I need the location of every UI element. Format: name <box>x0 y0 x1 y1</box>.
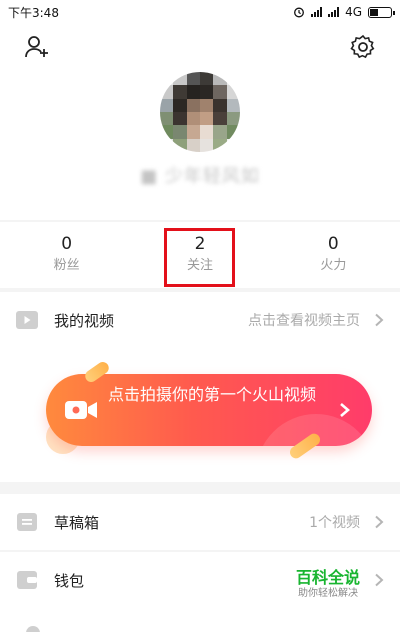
watermark-subtitle: 助你轻松解决 <box>297 588 358 599</box>
video-play-icon <box>16 311 38 329</box>
stat-fire-power[interactable]: 0 火力 <box>267 222 400 288</box>
profile-page: 下午3:48 4G ■ 少年轻风如 0 粉丝 2 关注 0 火力 我的视频 点击… <box>0 0 400 632</box>
stat-count: 0 <box>61 234 73 254</box>
signal-icon <box>311 7 323 17</box>
row-hint: 点击查看视频主页 <box>248 313 360 329</box>
stat-fans[interactable]: 0 粉丝 <box>0 222 133 288</box>
shoot-first-video-banner[interactable]: 点击拍摄你的第一个火山视频 <box>46 374 372 446</box>
chevron-right-icon <box>375 313 384 327</box>
chevron-right-icon <box>340 403 350 417</box>
status-bar: 下午3:48 4G <box>0 0 400 24</box>
status-time: 下午3:48 <box>8 5 59 20</box>
stat-label: 火力 <box>320 258 347 273</box>
profile-header: ■ 少年轻风如 <box>0 24 400 220</box>
drafts-card: 草稿箱 1个视频 <box>0 494 400 550</box>
my-videos-row[interactable]: 我的视频 点击查看视频主页 <box>0 292 400 348</box>
alarm-icon <box>294 7 305 18</box>
highlight-box <box>164 228 235 287</box>
camera-icon <box>65 401 97 419</box>
signal-icon-2 <box>328 7 340 17</box>
stat-label: 粉丝 <box>53 258 80 273</box>
row-title: 我的视频 <box>54 311 115 330</box>
stat-count: 0 <box>327 234 339 254</box>
chevron-right-icon <box>375 573 384 587</box>
drafts-row[interactable]: 草稿箱 1个视频 <box>0 494 400 550</box>
nickname: ■ 少年轻风如 <box>140 166 260 187</box>
banner-text: 点击拍摄你的第一个火山视频 <box>108 385 317 404</box>
watermark-title: 百科全说 <box>295 568 360 587</box>
network-type: 4G <box>345 5 362 19</box>
draft-box-icon <box>17 513 37 531</box>
next-item-icon <box>26 626 40 632</box>
settings-gear-icon[interactable] <box>350 34 376 60</box>
row-title: 草稿箱 <box>54 513 100 532</box>
row-title: 钱包 <box>54 571 85 590</box>
battery-icon <box>368 6 395 18</box>
avatar[interactable] <box>160 72 240 152</box>
status-icons: 4G <box>293 5 395 19</box>
wallet-icon <box>17 571 37 589</box>
watermark: 百科全说 助你轻松解决 <box>296 568 360 600</box>
add-user-icon[interactable] <box>24 34 50 60</box>
chevron-right-icon <box>375 515 384 529</box>
row-hint: 1个视频 <box>309 515 360 531</box>
